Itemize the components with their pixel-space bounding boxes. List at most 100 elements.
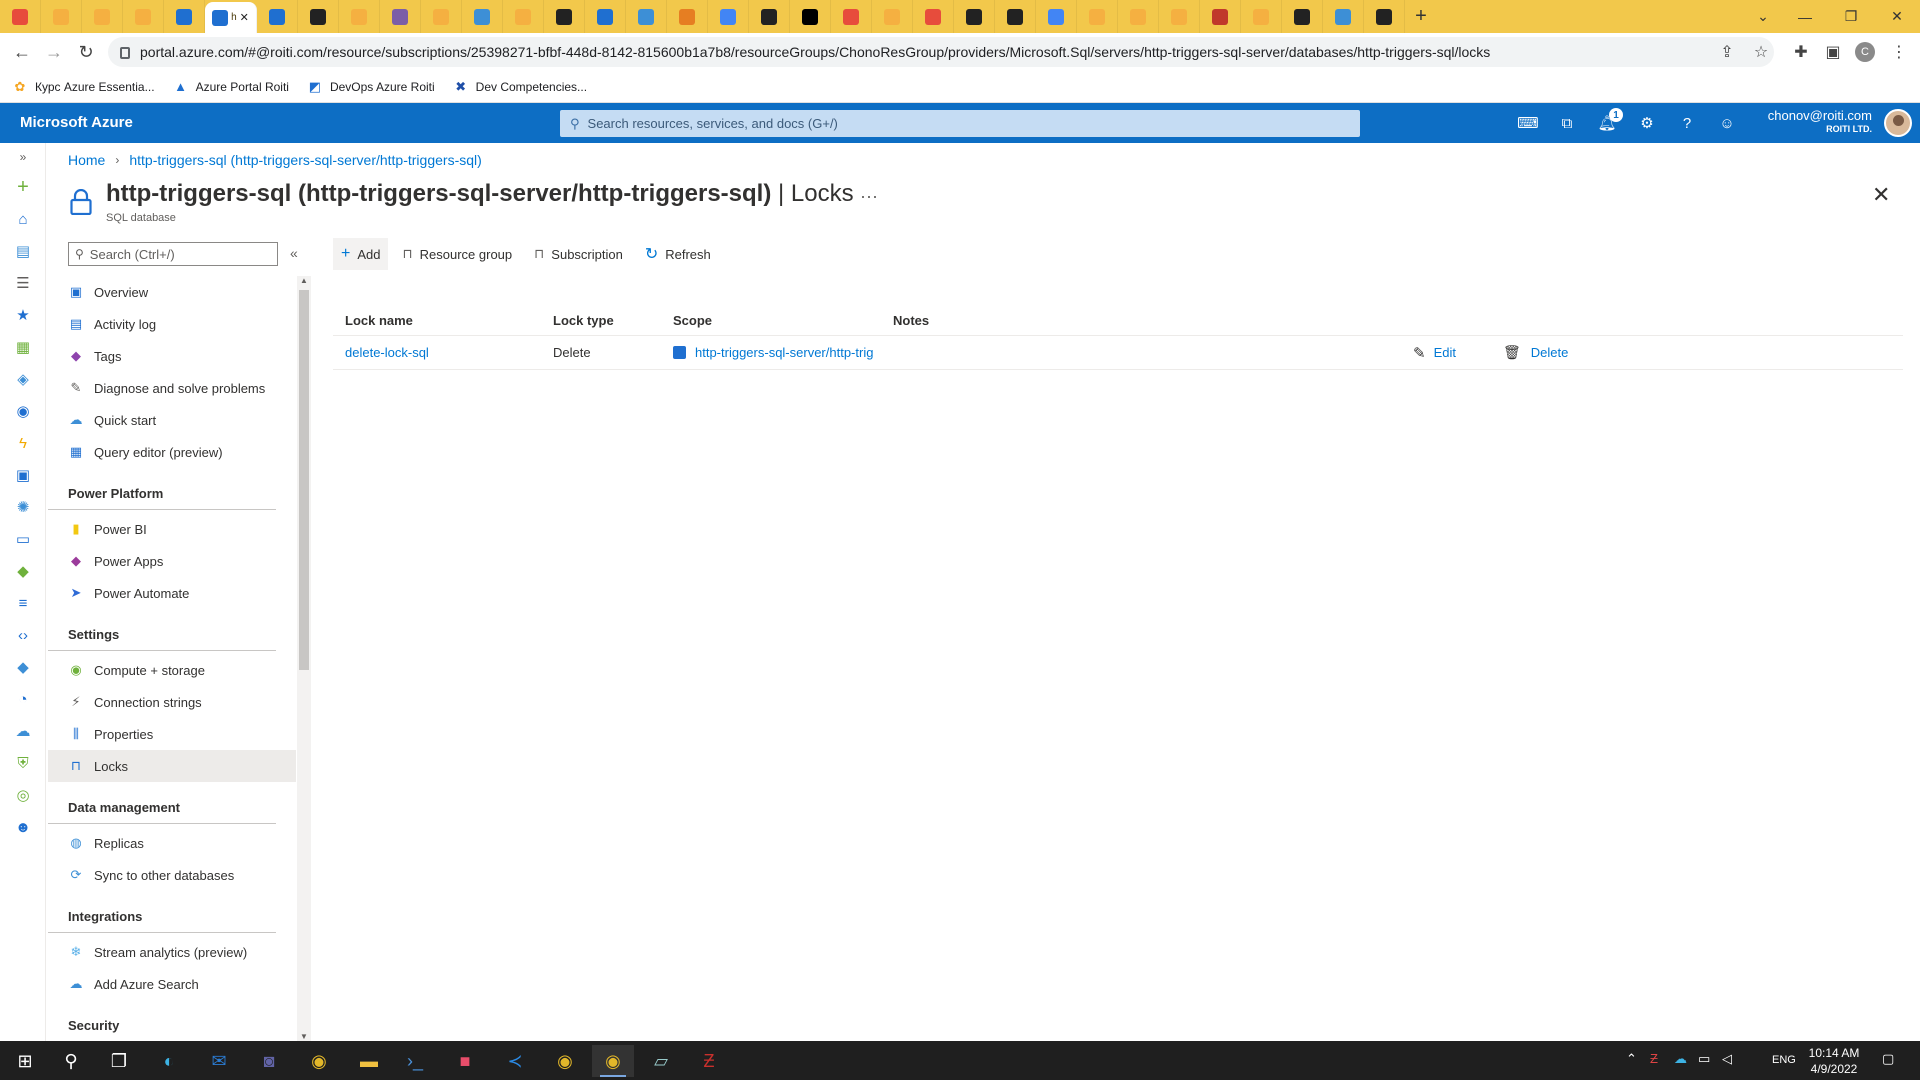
browser-tab[interactable] [41, 0, 82, 33]
home-icon[interactable]: ⌂ [13, 209, 33, 229]
global-search-input[interactable]: ⚲ Search resources, services, and docs (… [560, 110, 1360, 137]
menu-item-tags[interactable]: ◆ Tags [48, 340, 296, 372]
tray-filezilla-icon[interactable]: Ƶ [1650, 1051, 1658, 1066]
storage-accounts-icon[interactable]: ≡ [13, 593, 33, 613]
browser-tab[interactable] [164, 0, 205, 33]
browser-tab[interactable] [585, 0, 626, 33]
browser-tab[interactable] [626, 0, 667, 33]
back-arrow-icon[interactable]: ← [6, 36, 38, 68]
tab-search-icon[interactable]: ⌄ [1740, 0, 1786, 33]
browser-tab[interactable] [298, 0, 339, 33]
user-avatar[interactable] [1884, 109, 1912, 137]
browser-tab[interactable] [954, 0, 995, 33]
menu-item-activity-log[interactable]: ▤ Activity log [48, 308, 296, 340]
share-icon[interactable]: ⇪ [1712, 37, 1742, 67]
scrollbar-thumb[interactable] [299, 290, 309, 670]
browser-tab[interactable] [544, 0, 585, 33]
cost-management-icon[interactable]: ◎ [13, 785, 33, 805]
bookmark-star-icon[interactable]: ☆ [1746, 37, 1776, 67]
windows-start-icon[interactable]: ⊞ [4, 1045, 46, 1077]
directory-filter-icon[interactable]: ⧉ [1555, 111, 1579, 135]
powershell-icon[interactable]: ›_ [394, 1045, 436, 1077]
browser-tab[interactable] [339, 0, 380, 33]
file-explorer-icon[interactable]: ▬ [348, 1045, 390, 1077]
subscription-button[interactable]: ⊓ Subscription [526, 238, 631, 270]
browser-tab[interactable] [749, 0, 790, 33]
scope-link[interactable]: http-triggers-sql-server/http-trig [695, 345, 873, 360]
search-icon[interactable]: ⚲ [50, 1045, 92, 1077]
browser-tab[interactable] [462, 0, 503, 33]
browser-tab[interactable] [1323, 0, 1364, 33]
resource-group-button[interactable]: ⊓ Resource group [394, 238, 520, 270]
menu-search-input[interactable]: ⚲ Search (Ctrl+/) [68, 242, 278, 266]
forward-arrow-icon[interactable]: → [38, 36, 70, 68]
url-field[interactable]: portal.azure.com/#@roiti.com/resource/su… [108, 37, 1774, 67]
feedback-icon[interactable]: ☺ [1715, 111, 1739, 135]
menu-item-add-azure-search[interactable]: ☁ Add Azure Search [48, 968, 296, 1000]
chrome-icon[interactable]: ◉ [298, 1045, 340, 1077]
advisor-cloud-icon[interactable]: ☁ [13, 721, 33, 741]
browser-tab[interactable] [790, 0, 831, 33]
chrome-icon-active[interactable]: ◉ [592, 1045, 634, 1077]
all-resources-grid-icon[interactable]: ▦ [13, 337, 33, 357]
task-view-icon[interactable]: ❐ [98, 1045, 140, 1077]
resource-groups-icon[interactable]: ◈ [13, 369, 33, 389]
menu-item-power-bi[interactable]: ▮ Power BI [48, 513, 296, 545]
delete-button[interactable]: 🗑︎ Delete [1503, 344, 1623, 361]
browser-menu-icon[interactable]: ⋮ [1884, 37, 1914, 67]
browser-tab[interactable] [1241, 0, 1282, 33]
menu-item-sync-to-other-databases[interactable]: ⟳ Sync to other databases [48, 859, 296, 891]
edit-button[interactable]: ✎ Edit [1413, 344, 1503, 362]
menu-item-properties[interactable]: ⫼ Properties [48, 718, 296, 750]
menu-item-connection-strings[interactable]: ⚡ Connection strings [48, 686, 296, 718]
monitor-gauge-icon[interactable]: ◔ [13, 689, 33, 709]
tray-network-icon[interactable]: ▭ [1698, 1051, 1710, 1067]
menu-item-compute-storage[interactable]: ◉ Compute + storage [48, 654, 296, 686]
taskbar-clock[interactable]: 10:14 AM 4/9/2022 [1802, 1045, 1866, 1077]
column-header-scope[interactable]: Scope [673, 313, 893, 328]
menu-item-replicas[interactable]: ◍ Replicas [48, 827, 296, 859]
menu-item-power-apps[interactable]: ◆ Power Apps [48, 545, 296, 577]
browser-tab[interactable] [708, 0, 749, 33]
account-info[interactable]: chonov@roiti.com ROITI LTD. [1740, 108, 1872, 134]
browser-tab[interactable] [82, 0, 123, 33]
browser-tab[interactable] [503, 0, 544, 33]
browser-tab[interactable] [1282, 0, 1323, 33]
settings-gear-icon[interactable]: ⚙ [1635, 111, 1659, 135]
language-indicator[interactable]: ENG [1772, 1054, 1796, 1066]
menu-item-locks[interactable]: ⊓ Locks [48, 750, 296, 782]
refresh-button[interactable]: ↻ Refresh [637, 238, 719, 270]
bookmark-item[interactable]: ◩ DevOps Azure Roiti [307, 79, 435, 95]
notifications-bell-icon[interactable]: 🔔︎ 1 [1595, 108, 1623, 135]
cosmos-db-icon[interactable]: ✺ [13, 497, 33, 517]
notification-center-icon[interactable]: ▢ [1882, 1051, 1894, 1067]
scroll-down-arrow-icon[interactable]: ▼ [300, 1032, 308, 1041]
browser-tab[interactable] [421, 0, 462, 33]
menu-item-quick-start[interactable]: ☁ Quick start [48, 404, 296, 436]
load-balancer-icon[interactable]: ◆ [13, 561, 33, 581]
favorites-star-icon[interactable]: ★ [13, 305, 33, 325]
virtual-machines-icon[interactable]: ▭ [13, 529, 33, 549]
collapse-menu-icon[interactable]: « [290, 245, 298, 261]
close-blade-icon[interactable]: ✕ [1872, 182, 1890, 208]
browser-tab[interactable] [667, 0, 708, 33]
add-button[interactable]: + Add [333, 238, 389, 270]
cloud-shell-icon[interactable]: ⌨ [1516, 111, 1540, 135]
browser-tab[interactable] [1364, 0, 1405, 33]
security-center-shield-icon[interactable]: ⛨ [13, 753, 33, 773]
menu-item-diagnose-and-solve-problems[interactable]: ✎ Diagnose and solve problems [48, 372, 296, 404]
virtual-networks-icon[interactable]: ‹› [13, 625, 33, 645]
menu-item-query-editor-preview[interactable]: ▦ Query editor (preview) [48, 436, 296, 468]
browser-tab[interactable] [1159, 0, 1200, 33]
breadcrumb-resource[interactable]: http-triggers-sql (http-triggers-sql-ser… [129, 152, 481, 168]
browser-tab[interactable] [1077, 0, 1118, 33]
menu-scrollbar[interactable]: ▲ ▼ [297, 276, 311, 1041]
browser-tab[interactable] [831, 0, 872, 33]
menu-item-overview[interactable]: ▣ Overview [48, 276, 296, 308]
new-tab-plus-icon[interactable]: + [1405, 0, 1437, 33]
browser-tab[interactable] [872, 0, 913, 33]
browser-tab[interactable] [995, 0, 1036, 33]
jetbrains-icon[interactable]: ■ [444, 1045, 486, 1077]
browser-tab[interactable] [123, 0, 164, 33]
app-services-globe-icon[interactable]: ◉ [13, 401, 33, 421]
